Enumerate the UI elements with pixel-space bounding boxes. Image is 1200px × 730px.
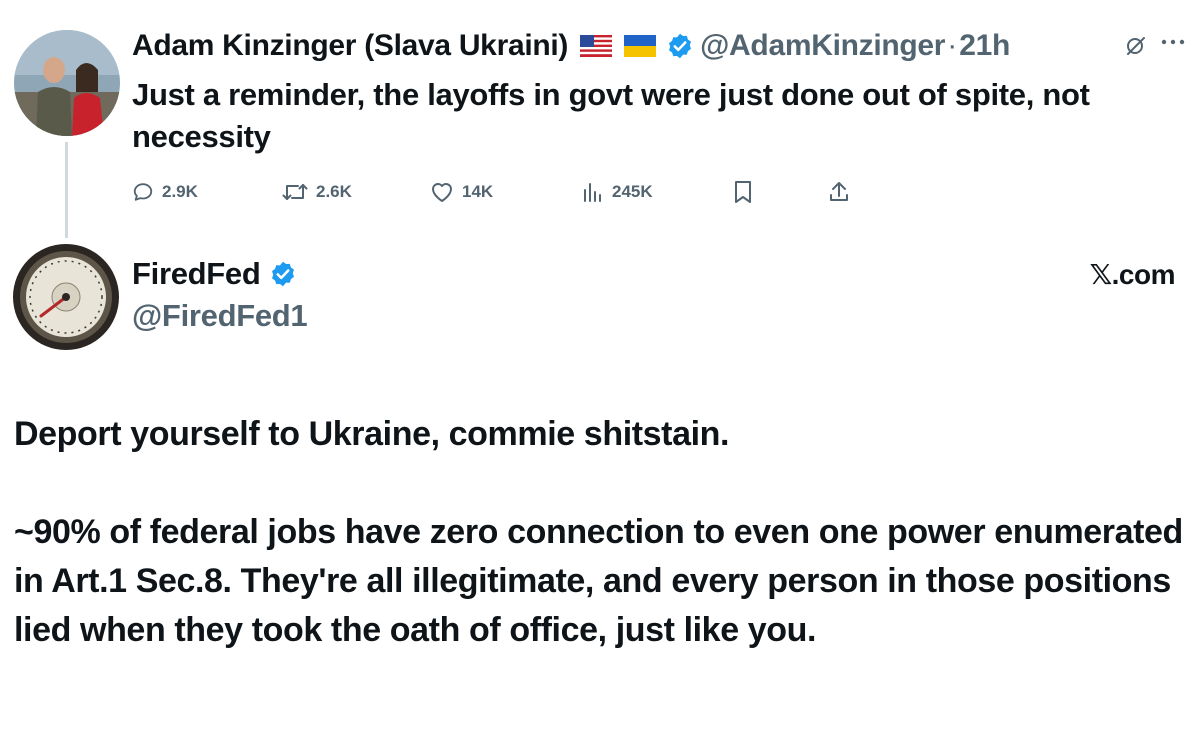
tweet-paragraph: Deport yourself to Ukraine, commie shits… — [14, 415, 730, 453]
reply-icon — [133, 183, 153, 201]
tweet-header: FiredFed — [132, 256, 297, 292]
repost-icon — [282, 184, 308, 200]
avatar[interactable] — [14, 30, 120, 136]
profile-photo-icon — [14, 30, 120, 136]
heart-icon — [432, 183, 452, 202]
share-icon — [830, 182, 848, 201]
thread-connector-line — [65, 142, 68, 238]
us-flag-icon — [580, 35, 613, 57]
views-chart-icon — [584, 183, 601, 202]
reply-button[interactable]: 2.9K — [132, 176, 198, 208]
more-options-icon[interactable] — [1158, 30, 1188, 54]
user-handle[interactable]: @FiredFed1 — [132, 298, 308, 334]
repost-count: 2.6K — [316, 182, 352, 201]
user-handle[interactable]: @AdamKinzinger — [700, 29, 945, 63]
like-count: 14K — [462, 182, 494, 201]
repost-button[interactable]: 2.6K — [282, 176, 352, 208]
bookmark-button[interactable] — [732, 176, 754, 208]
grok-icon[interactable] — [1124, 33, 1148, 57]
tweet-text: Deport yourself to Ukraine, commie shits… — [14, 410, 1194, 655]
share-button[interactable] — [828, 176, 850, 208]
tweet-text: Just a reminder, the layoffs in govt wer… — [132, 77, 1090, 154]
reply-count: 2.9K — [162, 182, 198, 201]
tweet-actions: 2.9K 2.6K 14K 245K — [132, 176, 872, 208]
tweet-header: Adam Kinzinger (Slava Ukraini) @AdamKinz… — [132, 26, 1010, 66]
tweet-paragraph: ~90% of federal jobs have zero connectio… — [14, 513, 1183, 649]
separator-dot: · — [947, 29, 958, 62]
avatar[interactable] — [13, 244, 119, 350]
like-button[interactable]: 14K — [430, 176, 493, 208]
display-name[interactable]: Adam Kinzinger (Slava Ukraini) — [132, 29, 568, 63]
views-count: 245K — [612, 182, 653, 201]
display-name[interactable]: FiredFed — [132, 256, 261, 292]
verified-badge-icon — [666, 32, 694, 60]
views-button[interactable]: 245K — [582, 176, 653, 208]
timestamp[interactable]: 21h — [959, 29, 1010, 63]
bookmark-icon — [735, 181, 751, 203]
gauge-photo-icon — [13, 244, 119, 350]
verified-badge-icon — [269, 260, 297, 288]
source-label: 𝕏.com — [1089, 259, 1176, 290]
ukraine-flag-icon — [624, 35, 657, 57]
